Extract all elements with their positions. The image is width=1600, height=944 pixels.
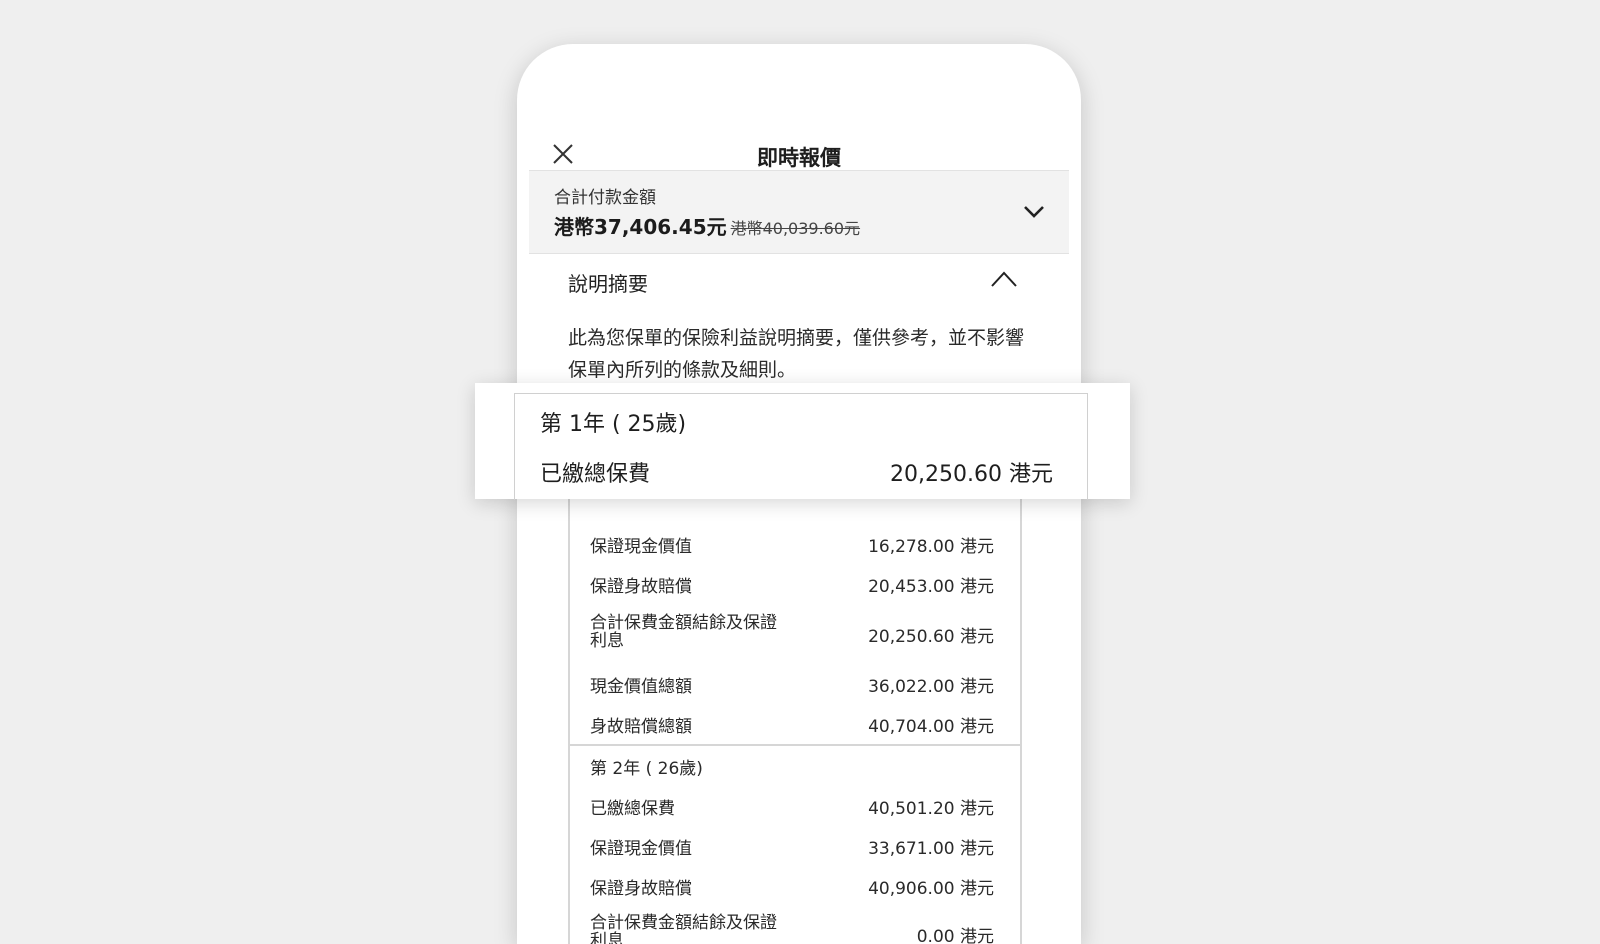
row-label: 合計保費金額結餘及保證利息 — [590, 913, 777, 944]
row-label: 現金價值總額 — [590, 677, 692, 697]
highlight-popup: 第 1年 ( 25歲) 已繳總保費 20,250.60 港元 — [475, 383, 1130, 500]
discounted-price: 港幣37,406.45元 — [554, 215, 727, 239]
row-label: 保證現金價值 — [590, 537, 692, 557]
row-value: 40,906.00 港元 — [868, 879, 994, 899]
total-payment-label: 合計付款金額 — [554, 188, 656, 208]
row-value: 40,501.20 港元 — [868, 799, 994, 819]
expand-total-button[interactable] — [1021, 199, 1047, 225]
summary-section-title: 說明摘要 — [568, 272, 648, 296]
summary-description: 此為您保單的保險利益說明摘要，僅供參考，並不影響保單內所列的條款及細則。 — [568, 327, 1025, 381]
row-label: 已繳總保費 — [590, 799, 675, 819]
row-value: 33,671.00 港元 — [868, 839, 994, 859]
chevron-down-icon — [1024, 206, 1044, 218]
row-label: 身故賠償總額 — [590, 717, 692, 737]
row-value: 16,278.00 港元 — [868, 537, 994, 557]
row-value: 0.00 港元 — [916, 927, 994, 944]
row-value: 40,704.00 港元 — [868, 717, 994, 737]
popup-row-label: 已繳總保費 — [540, 462, 651, 487]
original-price: 港幣40,039.60元 — [730, 219, 861, 238]
popup-row-value: 20,250.60 港元 — [890, 462, 1053, 487]
year-title: 第 2年 ( 26歲) — [590, 759, 703, 779]
total-payment-bar[interactable]: 合計付款金額 港幣37,406.45元 港幣40,039.60元 — [529, 170, 1069, 254]
row-value: 20,250.60 港元 — [868, 627, 994, 647]
row-label: 保證現金價值 — [590, 839, 692, 859]
row-label: 保證身故賠償 — [590, 879, 692, 899]
collapse-summary-button[interactable] — [989, 266, 1019, 292]
row-label: 合計保費金額結餘及保證利息 — [590, 613, 777, 651]
popup-content: 第 1年 ( 25歲) 已繳總保費 20,250.60 港元 — [514, 393, 1088, 500]
row-value: 36,022.00 港元 — [868, 677, 994, 697]
row-label: 保證身故賠償 — [590, 577, 692, 597]
popup-year-title: 第 1年 ( 25歲) — [540, 412, 687, 437]
year-divider — [570, 744, 1020, 746]
page-title: 即時報價 — [757, 146, 841, 170]
chevron-up-icon — [991, 271, 1017, 287]
benefit-table: 保證現金價值 16,278.00 港元 保證身故賠償 20,453.00 港元 … — [568, 444, 1022, 944]
row-value: 20,453.00 港元 — [868, 577, 994, 597]
total-payment-amount: 港幣37,406.45元 港幣40,039.60元 — [554, 211, 860, 240]
